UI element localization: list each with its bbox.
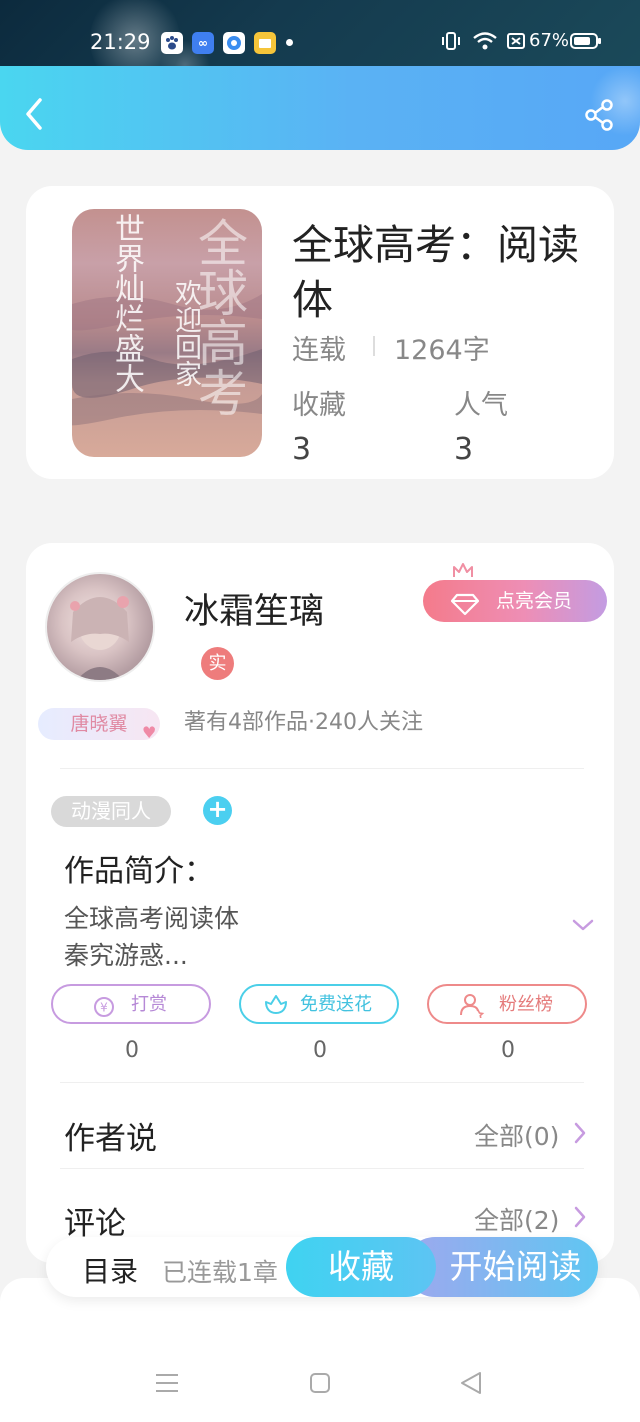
battery-saver-icon	[506, 30, 526, 57]
toc-button[interactable]: 目录	[82, 1250, 138, 1290]
tip-button[interactable]: ¥ 打赏	[51, 984, 211, 1024]
fan-count: 0	[501, 1038, 515, 1063]
author-says-all-link[interactable]: 全部(0)	[474, 1117, 559, 1153]
baidu-paw-icon	[161, 32, 183, 54]
vip-button[interactable]: 点亮会员	[423, 580, 607, 622]
notification-dot	[286, 39, 293, 46]
share-icon[interactable]	[583, 98, 615, 132]
author-says-title[interactable]: 作者说	[64, 1113, 157, 1158]
svg-text:¥: ¥	[100, 1001, 108, 1015]
tip-count: 0	[125, 1038, 139, 1063]
real-name-badge: 实	[201, 647, 234, 680]
top-nav-header	[0, 66, 640, 150]
comments-all-link[interactable]: 全部(2)	[474, 1201, 559, 1237]
heart-icon: ♥	[142, 723, 157, 742]
bottom-sheet	[0, 1278, 640, 1422]
tip-label: 打赏	[131, 994, 167, 1015]
favorites-label: 收藏	[292, 390, 346, 421]
cover-text-right: 欢迎回家	[170, 279, 201, 387]
flower-count: 0	[313, 1038, 327, 1063]
chevron-right-icon[interactable]	[572, 1120, 588, 1146]
vip-label: 点亮会员	[496, 590, 573, 612]
fan-person-icon	[459, 992, 485, 1019]
collect-button[interactable]: 收藏	[286, 1237, 436, 1297]
popularity-label: 人气	[454, 390, 508, 421]
fan-rank-label: 粉丝榜	[499, 994, 553, 1015]
book-status: 连载	[292, 335, 346, 366]
section-divider	[60, 1168, 584, 1169]
intro-text[interactable]: 全球高考阅读体 秦究游惑...	[64, 900, 239, 974]
intro-title: 作品简介：	[64, 854, 214, 889]
flower-icon	[263, 993, 289, 1017]
send-flower-button[interactable]: 免费送花	[239, 984, 399, 1024]
serial-info: 已连载1章	[162, 1258, 278, 1287]
menu-nav-icon[interactable]	[155, 1372, 179, 1394]
diamond-icon	[450, 589, 480, 616]
start-reading-label: 开始阅读	[449, 1247, 582, 1286]
yellow-folder-app-icon	[254, 32, 276, 54]
wifi-icon	[472, 30, 498, 57]
author-stats: 著有4部作品·240人关注	[184, 710, 423, 735]
vibrate-icon	[441, 30, 461, 57]
crown-icon	[451, 561, 475, 581]
popularity-value: 3	[454, 432, 474, 467]
favorites-value: 3	[292, 432, 312, 467]
home-nav-icon[interactable]	[309, 1372, 331, 1394]
yen-coin-icon: ¥	[93, 994, 115, 1017]
blue-circle-app-icon	[223, 32, 245, 54]
battery-percent: 67%	[529, 30, 570, 51]
section-divider	[60, 1082, 584, 1083]
book-title: 全球高考：阅读体	[292, 221, 579, 324]
book-cover-image[interactable]: 全球高考 世界灿烂盛大 欢迎回家	[72, 209, 262, 457]
book-word-count: 1264字	[394, 335, 490, 366]
status-time: 21:29	[90, 30, 151, 54]
battery-icon	[570, 30, 602, 57]
author-avatar[interactable]	[45, 572, 155, 682]
chevron-right-icon[interactable]	[572, 1204, 588, 1230]
intro-line-1: 全球高考阅读体	[64, 904, 240, 933]
intro-line-2: 秦究游惑...	[64, 941, 188, 970]
send-flower-label: 免费送花	[300, 994, 372, 1015]
fan-rank-button[interactable]: 粉丝榜	[427, 984, 587, 1024]
back-arrow-icon[interactable]	[22, 96, 48, 132]
meta-divider	[373, 336, 375, 356]
section-divider	[60, 768, 584, 769]
add-tag-button[interactable]: +	[203, 796, 232, 825]
infinity-app-icon: ∞	[192, 32, 214, 54]
expand-chevron-icon[interactable]	[570, 916, 596, 934]
cover-text-left: 世界灿烂盛大	[109, 213, 144, 393]
author-name[interactable]: 冰霜笙璃	[184, 583, 324, 634]
back-nav-icon[interactable]	[459, 1370, 483, 1396]
genre-tag[interactable]: 动漫同人	[51, 796, 171, 827]
